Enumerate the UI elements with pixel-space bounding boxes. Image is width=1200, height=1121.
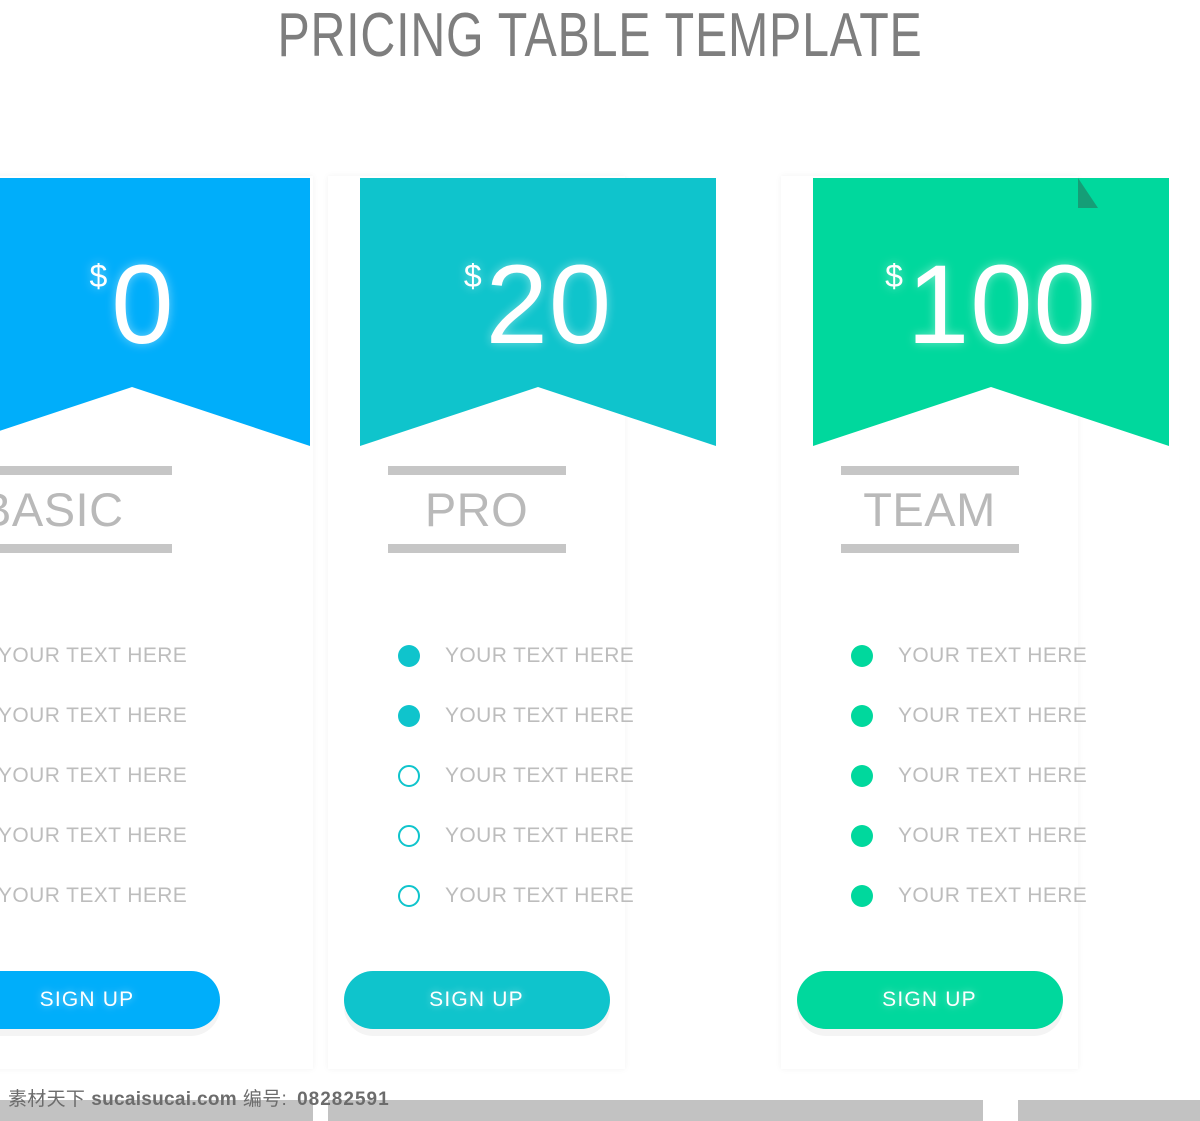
feature-label: YOUR TEXT HERE xyxy=(898,824,1088,847)
pricing-cards-container: $0 BASIC YOUR TEXT HERE YOUR TEXT HERE Y… xyxy=(0,176,1200,1076)
watermark-id-value: 08282591 xyxy=(297,1089,390,1110)
feature-label: YOUR TEXT HERE xyxy=(0,644,188,667)
plan-name-basic: BASIC xyxy=(0,483,124,536)
watermark-id-label: 编号: xyxy=(242,1089,288,1110)
list-item: YOUR TEXT HERE xyxy=(781,686,1087,746)
price-basic: $0 xyxy=(0,240,310,369)
list-item: YOUR TEXT HERE xyxy=(781,806,1087,866)
bullet-filled-icon xyxy=(398,645,420,667)
list-item: YOUR TEXT HERE xyxy=(0,686,313,746)
plan-rule-top xyxy=(387,466,566,475)
plan-rule-bottom xyxy=(0,544,172,553)
feature-label: YOUR TEXT HERE xyxy=(445,764,635,787)
watermark: 素材天下 sucaisucai.com 编号: 08282591 xyxy=(8,1084,390,1111)
pricing-card-team[interactable]: $100 TEAM YOUR TEXT HERE YOUR TEXT HERE … xyxy=(781,176,1169,1069)
watermark-brand: 素材天下 xyxy=(8,1089,86,1110)
feature-list-pro: YOUR TEXT HERE YOUR TEXT HERE YOUR TEXT … xyxy=(328,626,634,926)
list-item: YOUR TEXT HERE xyxy=(328,626,634,686)
currency-symbol: $ xyxy=(463,258,482,294)
feature-label: YOUR TEXT HERE xyxy=(445,824,635,847)
plan-name-team: TEAM xyxy=(863,483,996,536)
price-amount: 0 xyxy=(111,242,175,367)
plan-rule-bottom xyxy=(387,544,566,553)
signup-wrap-team: SIGN UP xyxy=(781,971,1078,1029)
price-team: $100 xyxy=(813,240,1169,369)
plan-name-block-basic: BASIC xyxy=(0,466,313,553)
bullet-filled-icon xyxy=(398,705,420,727)
watermark-site: sucaisucai.com xyxy=(91,1089,237,1110)
plan-name-block-pro: PRO xyxy=(328,466,625,553)
bullet-filled-icon xyxy=(851,825,873,847)
list-item: YOUR TEXT HERE xyxy=(0,806,313,866)
feature-label: YOUR TEXT HERE xyxy=(0,764,188,787)
currency-symbol: $ xyxy=(885,258,903,294)
signup-button-basic[interactable]: SIGN UP xyxy=(0,971,220,1029)
plan-name-pro: PRO xyxy=(424,483,529,536)
page-title: PRICING TABLE TEMPLATE xyxy=(277,1,923,70)
plan-rule-top xyxy=(0,466,172,475)
banner-shape-icon: $20 xyxy=(360,178,716,446)
signup-wrap-pro: SIGN UP xyxy=(328,971,625,1029)
plan-rule-top xyxy=(840,466,1019,475)
feature-list-team: YOUR TEXT HERE YOUR TEXT HERE YOUR TEXT … xyxy=(781,626,1087,926)
list-item: YOUR TEXT HERE xyxy=(0,866,313,926)
bullet-filled-icon xyxy=(851,765,873,787)
pricing-card-basic[interactable]: $0 BASIC YOUR TEXT HERE YOUR TEXT HERE Y… xyxy=(0,176,313,1069)
feature-label: YOUR TEXT HERE xyxy=(898,644,1088,667)
bullet-filled-icon xyxy=(851,885,873,907)
list-item: YOUR TEXT HERE xyxy=(328,686,634,746)
price-banner-pro: $20 xyxy=(328,176,716,451)
feature-label: YOUR TEXT HERE xyxy=(445,704,635,727)
bullet-filled-icon xyxy=(851,705,873,727)
bottom-bar-3 xyxy=(1018,1100,1200,1121)
list-item: YOUR TEXT HERE xyxy=(0,626,313,686)
price-banner-basic: $0 xyxy=(0,176,313,451)
list-item: YOUR TEXT HERE xyxy=(328,806,634,866)
plan-name-block-team: TEAM xyxy=(781,466,1078,553)
bullet-hollow-icon xyxy=(398,765,420,787)
banner-shape-icon: $100 xyxy=(813,178,1169,446)
signup-button-team[interactable]: SIGN UP xyxy=(796,971,1063,1029)
bullet-hollow-icon xyxy=(398,825,420,847)
currency-symbol: $ xyxy=(89,258,108,294)
list-item: YOUR TEXT HERE xyxy=(328,866,634,926)
feature-label: YOUR TEXT HERE xyxy=(445,644,635,667)
pricing-card-pro[interactable]: $20 PRO YOUR TEXT HERE YOUR TEXT HERE YO… xyxy=(328,176,716,1069)
price-amount: 100 xyxy=(906,242,1097,367)
plan-rule-bottom xyxy=(840,544,1019,553)
price-pro: $20 xyxy=(360,240,716,369)
feature-label: YOUR TEXT HERE xyxy=(898,704,1088,727)
feature-list-basic: YOUR TEXT HERE YOUR TEXT HERE YOUR TEXT … xyxy=(0,626,313,926)
bullet-hollow-icon xyxy=(398,885,420,907)
price-amount: 20 xyxy=(485,242,613,367)
bullet-filled-icon xyxy=(851,645,873,667)
feature-label: YOUR TEXT HERE xyxy=(898,764,1088,787)
list-item: YOUR TEXT HERE xyxy=(328,746,634,806)
list-item: YOUR TEXT HERE xyxy=(781,866,1087,926)
list-item: YOUR TEXT HERE xyxy=(0,746,313,806)
banner-shape-icon: $0 xyxy=(0,178,310,446)
feature-label: YOUR TEXT HERE xyxy=(0,824,188,847)
price-banner-team: $100 xyxy=(781,176,1169,451)
feature-label: YOUR TEXT HERE xyxy=(0,884,188,907)
bottom-bar-2 xyxy=(328,1100,983,1121)
list-item: YOUR TEXT HERE xyxy=(781,746,1087,806)
feature-label: YOUR TEXT HERE xyxy=(445,884,635,907)
feature-label: YOUR TEXT HERE xyxy=(0,704,188,727)
list-item: YOUR TEXT HERE xyxy=(781,626,1087,686)
feature-label: YOUR TEXT HERE xyxy=(898,884,1088,907)
signup-button-pro[interactable]: SIGN UP xyxy=(343,971,610,1029)
